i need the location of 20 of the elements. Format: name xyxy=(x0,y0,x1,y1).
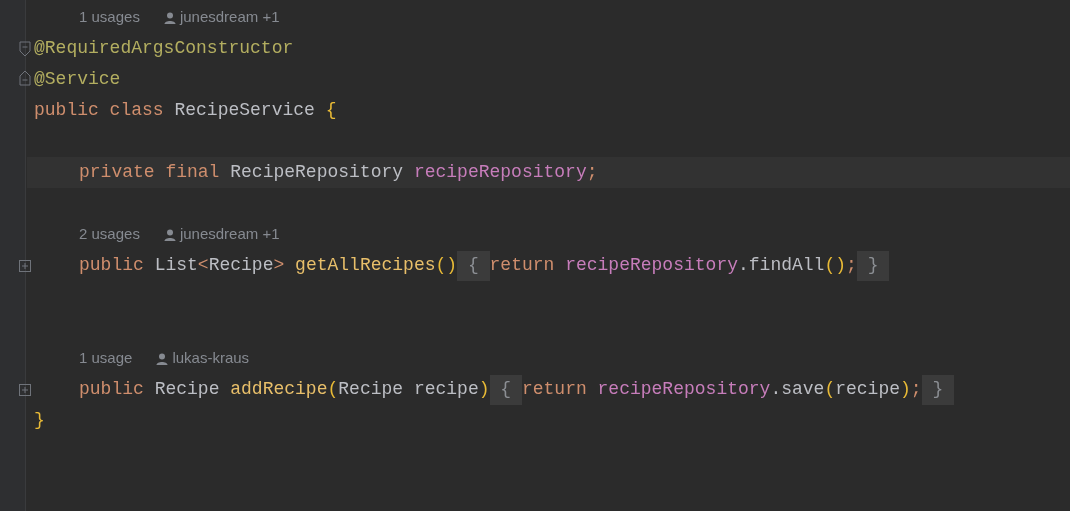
author-hint[interactable]: junesdream +1 xyxy=(179,6,280,29)
person-icon xyxy=(163,11,176,24)
usages-hint[interactable]: 2 usages xyxy=(79,223,140,246)
author-hint[interactable]: junesdream +1 xyxy=(179,223,280,246)
code-line: public class RecipeService { xyxy=(34,99,337,122)
code-line: } xyxy=(34,409,45,432)
code-line: public Recipe addRecipe(Recipe recipe) { return recipeRepository.save(recipe); } xyxy=(79,374,955,405)
code-line: public List<Recipe> getAllRecipes() { return recipeRepository.findAll(); } xyxy=(79,250,890,281)
usages-hint[interactable]: 1 usage xyxy=(79,347,133,370)
code-line: @Service xyxy=(34,68,121,91)
person-icon xyxy=(163,228,176,241)
fold-icon[interactable] xyxy=(19,41,31,57)
code-line: private final RecipeRepository recipeRepository; xyxy=(79,161,598,184)
code-line: @RequiredArgsConstructor xyxy=(34,37,294,60)
fold-icon[interactable] xyxy=(19,70,31,86)
author-hint[interactable]: lukas-kraus xyxy=(172,347,250,370)
usages-hint[interactable]: 1 usages xyxy=(79,6,140,29)
person-icon xyxy=(156,352,169,365)
expand-icon[interactable] xyxy=(19,260,31,272)
expand-icon[interactable] xyxy=(19,384,31,396)
